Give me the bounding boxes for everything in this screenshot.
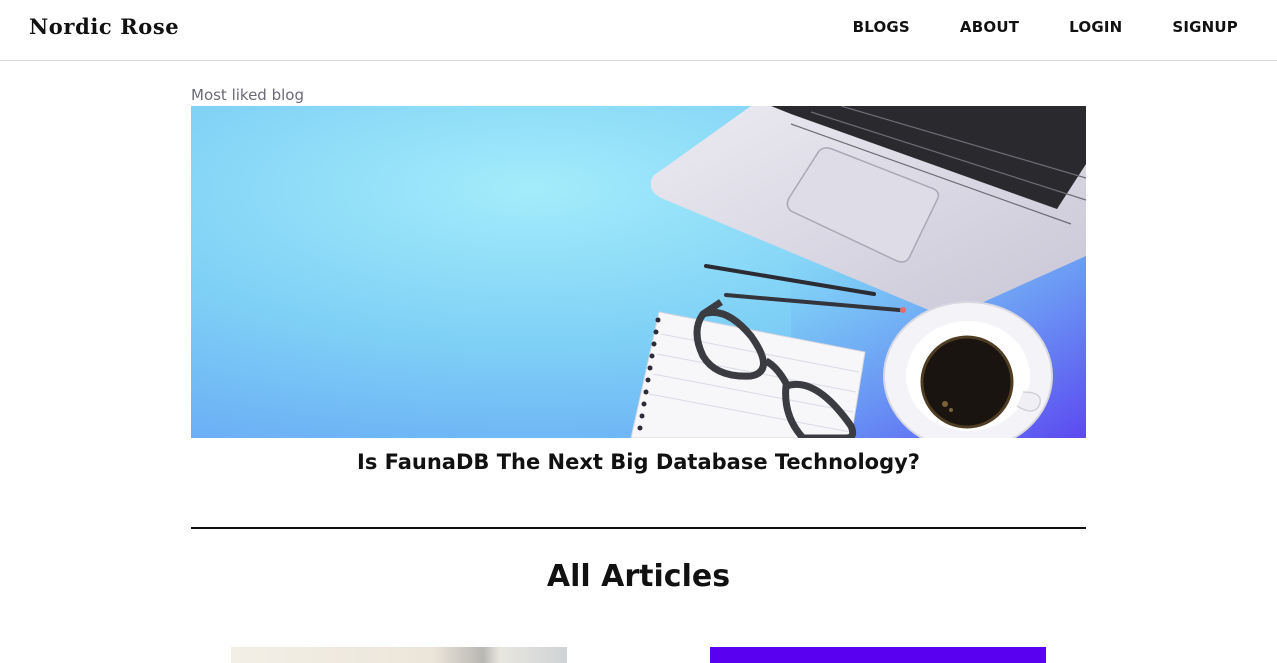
nav-link-login[interactable]: LOGIN (1069, 18, 1122, 36)
featured-blog-title[interactable]: Is FaunaDB The Next Big Database Technol… (191, 450, 1086, 474)
article-card-thumbnail-1[interactable] (231, 647, 567, 663)
all-articles-heading: All Articles (546, 559, 731, 594)
nav-link-signup[interactable]: SIGNUP (1172, 18, 1238, 36)
desk-workspace-illustration (191, 106, 1086, 438)
article-card-thumbnail-2[interactable] (710, 647, 1046, 663)
top-navbar: Nordic Rose BLOGS ABOUT LOGIN SIGNUP (0, 0, 1277, 61)
brand-logo[interactable]: Nordic Rose (29, 14, 179, 39)
featured-section-label: Most liked blog (191, 86, 304, 104)
main-nav: BLOGS ABOUT LOGIN SIGNUP (803, 18, 1238, 36)
featured-blog-image[interactable] (191, 106, 1086, 438)
section-divider (191, 527, 1086, 529)
nav-link-about[interactable]: ABOUT (960, 18, 1019, 36)
nav-link-blogs[interactable]: BLOGS (853, 18, 910, 36)
